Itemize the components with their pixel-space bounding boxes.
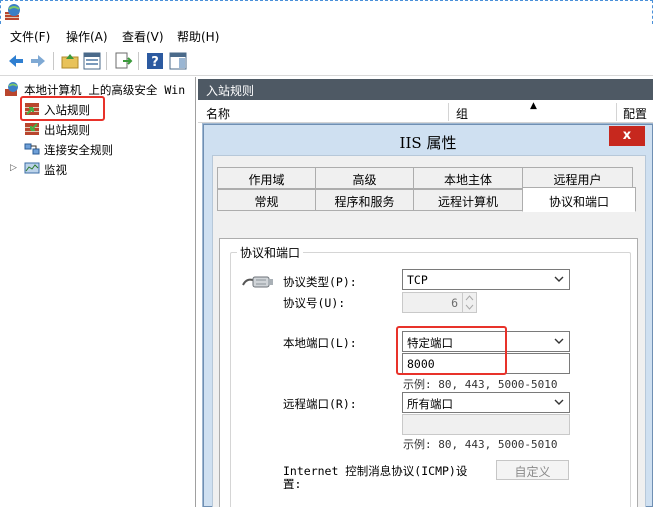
tree-item-label: 监视 — [44, 163, 67, 177]
protocol-number-value: 6 — [451, 296, 458, 310]
export-icon[interactable] — [113, 51, 133, 71]
remote-port-label: 远程端口(R): — [283, 397, 357, 411]
dialog-title: IIS 属性 — [399, 134, 457, 152]
protocol-number-spinner — [462, 293, 476, 313]
column-name[interactable]: 名称 — [206, 105, 230, 122]
help-icon[interactable]: ? — [145, 51, 165, 71]
tree-item-monitor[interactable]: ▷ 监视 — [10, 160, 90, 178]
show-pane-icon[interactable] — [168, 51, 188, 71]
menu-file[interactable]: 文件(F) — [10, 28, 50, 45]
local-port-label: 本地端口(L): — [283, 336, 357, 350]
up-folder-icon[interactable] — [60, 51, 80, 71]
spin-down-icon — [465, 304, 474, 310]
toolbar-separator — [138, 52, 139, 70]
connection-security-icon — [24, 143, 40, 155]
column-divider[interactable] — [616, 103, 617, 121]
back-icon[interactable] — [6, 51, 26, 71]
dialog-body: 作用域 高级 本地主体 远程用户 常规 程序和服务 远程计算机 协议和端口 协议… — [212, 155, 646, 507]
customize-button[interactable]: 自定义 — [496, 460, 569, 480]
tree-item-outbound-rules[interactable]: 出站规则 — [24, 120, 124, 138]
tab-general[interactable]: 常规 — [217, 189, 316, 211]
menu-action[interactable]: 操作(A) — [66, 28, 108, 45]
column-group[interactable]: 组 — [456, 105, 468, 122]
protocols-ports-group: 协议和端口 协议类型(P): TCP 协议号(U): 6 本地端口(L): 特定… — [230, 244, 631, 507]
remote-port-select[interactable]: 所有端口 — [402, 392, 570, 413]
firewall-icon — [5, 82, 18, 96]
forward-icon[interactable] — [28, 51, 48, 71]
close-button[interactable]: x — [609, 126, 645, 146]
group-title: 协议和端口 — [237, 244, 304, 261]
protocol-type-select[interactable]: TCP — [402, 269, 570, 290]
tree-item-label: 出站规则 — [44, 123, 90, 137]
chevron-down-icon — [554, 338, 564, 344]
properties-dialog: IIS 属性 x 作用域 高级 本地主体 远程用户 常规 程序和服务 远程计算机… — [203, 124, 653, 507]
protocol-number-label: 协议号(U): — [283, 296, 346, 310]
monitor-icon — [24, 162, 40, 174]
tab-local-principals[interactable]: 本地主体 — [413, 167, 523, 189]
tree-item-label: 连接安全规则 — [44, 143, 113, 157]
toolbar-separator — [53, 52, 54, 70]
icmp-settings-label-cont: 置: — [283, 477, 302, 491]
highlight-box — [396, 326, 507, 375]
remote-port-field — [402, 414, 570, 435]
remote-port-hint: 示例: 80, 443, 5000-5010 — [403, 438, 558, 451]
chevron-down-icon — [554, 276, 564, 282]
column-divider[interactable] — [448, 103, 449, 121]
chevron-down-icon — [554, 399, 564, 405]
tab-advanced[interactable]: 高级 — [315, 167, 414, 189]
svg-text:?: ? — [151, 55, 159, 70]
outbound-rules-icon — [25, 123, 39, 135]
highlight-box — [20, 96, 105, 121]
menu-help[interactable]: 帮助(H) — [177, 28, 219, 45]
properties-icon[interactable] — [82, 51, 102, 71]
tree-item-connection-security[interactable]: 连接安全规则 — [24, 140, 154, 158]
protocol-type-value: TCP — [407, 273, 428, 287]
title-bar — [0, 0, 653, 24]
protocol-type-label: 协议类型(P): — [283, 275, 357, 289]
remote-port-type-value: 所有端口 — [407, 397, 453, 411]
tab-protocols-ports[interactable]: 协议和端口 — [522, 187, 636, 212]
sort-arrow-icon: ▲ — [530, 101, 537, 111]
firewall-icon — [5, 4, 20, 20]
tab-panel: 协议和端口 协议类型(P): TCP 协议号(U): 6 本地端口(L): 特定… — [219, 238, 638, 507]
column-header-row: 名称 组 ▲ 配置 — [198, 101, 653, 123]
toolbar: ? — [0, 46, 653, 76]
tab-programs-services[interactable]: 程序和服务 — [315, 189, 414, 211]
column-profile[interactable]: 配置 — [623, 105, 647, 122]
navigation-tree: 本地计算机 上的高级安全 Win 入站规则 出站规则 连接安全规则 ▷ 监视 — [0, 77, 196, 507]
tab-remote-users[interactable]: 远程用户 — [522, 167, 633, 189]
network-cable-icon — [242, 276, 273, 288]
menu-bar: 文件(F) 操作(A) 查看(V) 帮助(H) — [0, 24, 653, 46]
expand-arrow-icon[interactable]: ▷ — [10, 163, 17, 173]
spin-up-icon — [465, 295, 474, 301]
tab-remote-computers[interactable]: 远程计算机 — [413, 189, 523, 211]
app-window: 文件(F) 操作(A) 查看(V) 帮助(H) ? 本地计算机 上的高级安全 W… — [0, 0, 653, 507]
protocol-number-field: 6 — [402, 292, 477, 313]
menu-view[interactable]: 查看(V) — [122, 28, 164, 45]
icmp-settings-label: Internet 控制消息协议(ICMP)设 — [283, 464, 468, 478]
tab-scope[interactable]: 作用域 — [217, 167, 316, 189]
toolbar-separator — [106, 52, 107, 70]
pane-title: 入站规则 — [198, 79, 653, 100]
local-port-hint: 示例: 80, 443, 5000-5010 — [403, 378, 558, 391]
